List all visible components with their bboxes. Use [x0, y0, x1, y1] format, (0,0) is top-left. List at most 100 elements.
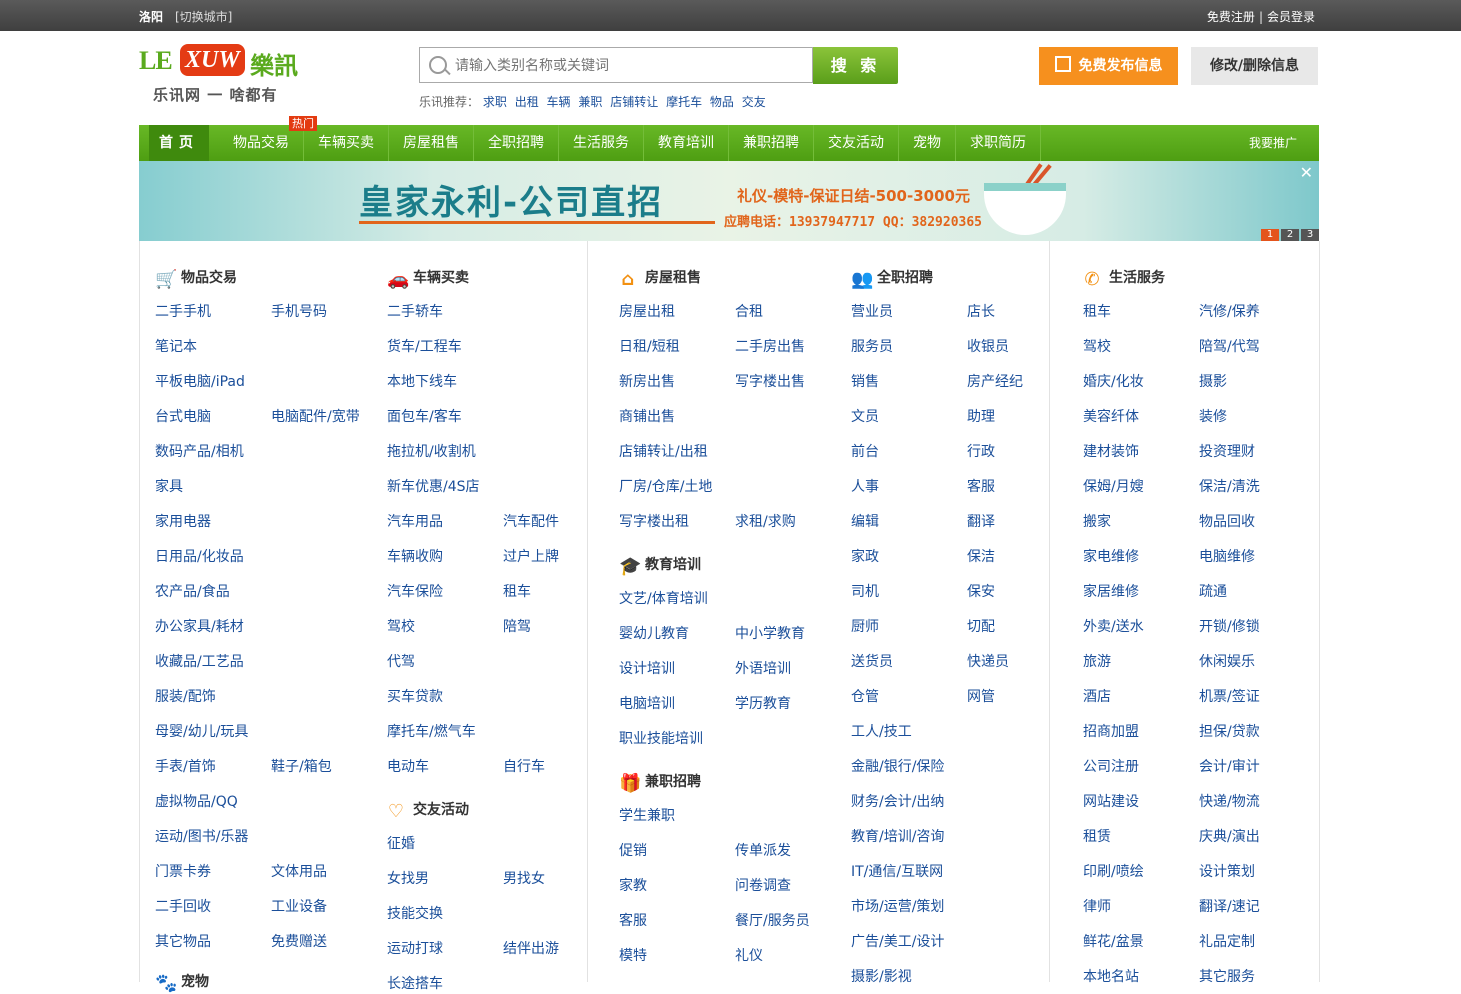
category-link[interactable]: 切配: [967, 616, 995, 636]
category-link[interactable]: 家电维修: [1083, 546, 1139, 566]
category-link[interactable]: 门票卡券: [155, 861, 211, 881]
category-link[interactable]: 摩托车/燃气车: [387, 721, 476, 741]
category-link[interactable]: 助理: [967, 406, 995, 426]
category-link[interactable]: 设计策划: [1199, 861, 1255, 881]
category-link[interactable]: 租赁: [1083, 826, 1111, 846]
category-link[interactable]: 鲜花/盆景: [1083, 931, 1144, 951]
switch-city-link[interactable]: [切换城市]: [175, 8, 232, 25]
category-link[interactable]: 仓管: [851, 686, 879, 706]
category-link[interactable]: 租车: [1083, 301, 1111, 321]
category-link[interactable]: 手机号码: [271, 301, 327, 321]
category-link[interactable]: 人事: [851, 476, 879, 496]
category-link[interactable]: 虚拟物品/QQ: [155, 791, 238, 811]
category-link[interactable]: 男找女: [503, 868, 545, 888]
hot-search-link[interactable]: 兼职: [578, 95, 602, 109]
category-link[interactable]: 汽车保险: [387, 581, 443, 601]
category-link[interactable]: 面包车/客车: [387, 406, 462, 426]
category-link[interactable]: 学生兼职: [619, 805, 675, 825]
category-link[interactable]: 学历教育: [735, 693, 791, 713]
category-link[interactable]: 免费赠送: [271, 931, 327, 951]
category-link[interactable]: 文体用品: [271, 861, 327, 881]
category-link[interactable]: 服装/配饰: [155, 686, 216, 706]
category-link[interactable]: 二手轿车: [387, 301, 443, 321]
search-button[interactable]: 搜 索: [813, 47, 898, 84]
category-link[interactable]: 搬家: [1083, 511, 1111, 531]
category-link[interactable]: 投资理财: [1199, 441, 1255, 461]
category-link[interactable]: 商铺出售: [619, 406, 675, 426]
category-link[interactable]: 台式电脑: [155, 406, 211, 426]
category-link[interactable]: 美容纤体: [1083, 406, 1139, 426]
section-title-goods[interactable]: 🛒 物品交易: [155, 267, 237, 289]
nav-item[interactable]: 求职简历: [956, 125, 1041, 161]
category-link[interactable]: 房屋出租: [619, 301, 675, 321]
category-link[interactable]: 婚庆/化妆: [1083, 371, 1144, 391]
category-link[interactable]: 礼品定制: [1199, 931, 1255, 951]
category-link[interactable]: 网管: [967, 686, 995, 706]
category-link[interactable]: 家政: [851, 546, 879, 566]
category-link[interactable]: 客服: [967, 476, 995, 496]
category-link[interactable]: 店铺转让/出租: [619, 441, 708, 461]
category-link[interactable]: 日租/短租: [619, 336, 680, 356]
category-link[interactable]: 保姆/月嫂: [1083, 476, 1144, 496]
category-link[interactable]: 传单派发: [735, 840, 791, 860]
section-title-fulltime[interactable]: 👥 全职招聘: [851, 267, 933, 289]
category-link[interactable]: 前台: [851, 441, 879, 461]
banner-page[interactable]: 3: [1301, 229, 1319, 241]
category-link[interactable]: 电脑培训: [619, 693, 675, 713]
nav-item[interactable]: 全职招聘: [474, 125, 559, 161]
category-link[interactable]: 收银员: [967, 336, 1009, 356]
category-link[interactable]: 店长: [967, 301, 995, 321]
category-link[interactable]: 拖拉机/收割机: [387, 441, 476, 461]
category-link[interactable]: 保安: [967, 581, 995, 601]
category-link[interactable]: 旅游: [1083, 651, 1111, 671]
category-link[interactable]: 快递员: [967, 651, 1009, 671]
category-link[interactable]: 招商加盟: [1083, 721, 1139, 741]
hot-search-link[interactable]: 求职: [483, 95, 507, 109]
nav-item[interactable]: 房屋租售: [389, 125, 474, 161]
category-link[interactable]: 翻译/速记: [1199, 896, 1260, 916]
category-link[interactable]: 物品回收: [1199, 511, 1255, 531]
category-link[interactable]: 女找男: [387, 868, 429, 888]
category-link[interactable]: 快递/物流: [1199, 791, 1260, 811]
category-link[interactable]: 营业员: [851, 301, 893, 321]
hot-search-link[interactable]: 摩托车: [666, 95, 702, 109]
category-link[interactable]: 工业设备: [271, 896, 327, 916]
nav-item[interactable]: 兼职招聘: [729, 125, 814, 161]
category-link[interactable]: 驾校: [1083, 336, 1111, 356]
category-link[interactable]: 开锁/修锁: [1199, 616, 1260, 636]
category-link[interactable]: 电动车: [387, 756, 429, 776]
login-link[interactable]: 会员登录: [1267, 10, 1315, 24]
nav-item[interactable]: 交友活动: [814, 125, 899, 161]
category-link[interactable]: 数码产品/相机: [155, 441, 244, 461]
category-link[interactable]: 家具: [155, 476, 183, 496]
category-link[interactable]: 写字楼出租: [619, 511, 689, 531]
category-link[interactable]: 农产品/食品: [155, 581, 230, 601]
category-link[interactable]: 服务员: [851, 336, 893, 356]
hot-search-link[interactable]: 出租: [515, 95, 539, 109]
section-title-cars[interactable]: 🚗 车辆买卖: [387, 267, 469, 289]
category-link[interactable]: 结伴出游: [503, 938, 559, 958]
category-link[interactable]: 编辑: [851, 511, 879, 531]
category-link[interactable]: 职业技能培训: [619, 728, 703, 748]
category-link[interactable]: 设计培训: [619, 658, 675, 678]
category-link[interactable]: 二手回收: [155, 896, 211, 916]
section-title-pets[interactable]: 🐾 宠物: [155, 971, 209, 993]
close-icon[interactable]: ✕: [1300, 163, 1313, 182]
category-link[interactable]: 摄影/影视: [851, 966, 912, 986]
hot-search-link[interactable]: 店铺转让: [610, 95, 658, 109]
category-link[interactable]: 自行车: [503, 756, 545, 776]
category-link[interactable]: 会计/审计: [1199, 756, 1260, 776]
publish-button[interactable]: 免费发布信息: [1039, 47, 1178, 85]
category-link[interactable]: 担保/贷款: [1199, 721, 1260, 741]
search-input[interactable]: [453, 54, 807, 78]
category-link[interactable]: 技能交换: [387, 903, 443, 923]
category-link[interactable]: 长途搭车: [387, 973, 443, 993]
category-link[interactable]: IT/通信/互联网: [851, 861, 943, 881]
category-link[interactable]: 收藏品/工艺品: [155, 651, 244, 671]
category-link[interactable]: 问卷调查: [735, 875, 791, 895]
hot-search-link[interactable]: 物品: [710, 95, 734, 109]
category-link[interactable]: 鞋子/箱包: [271, 756, 332, 776]
category-link[interactable]: 厨师: [851, 616, 879, 636]
category-link[interactable]: 销售: [851, 371, 879, 391]
category-link[interactable]: 新房出售: [619, 371, 675, 391]
